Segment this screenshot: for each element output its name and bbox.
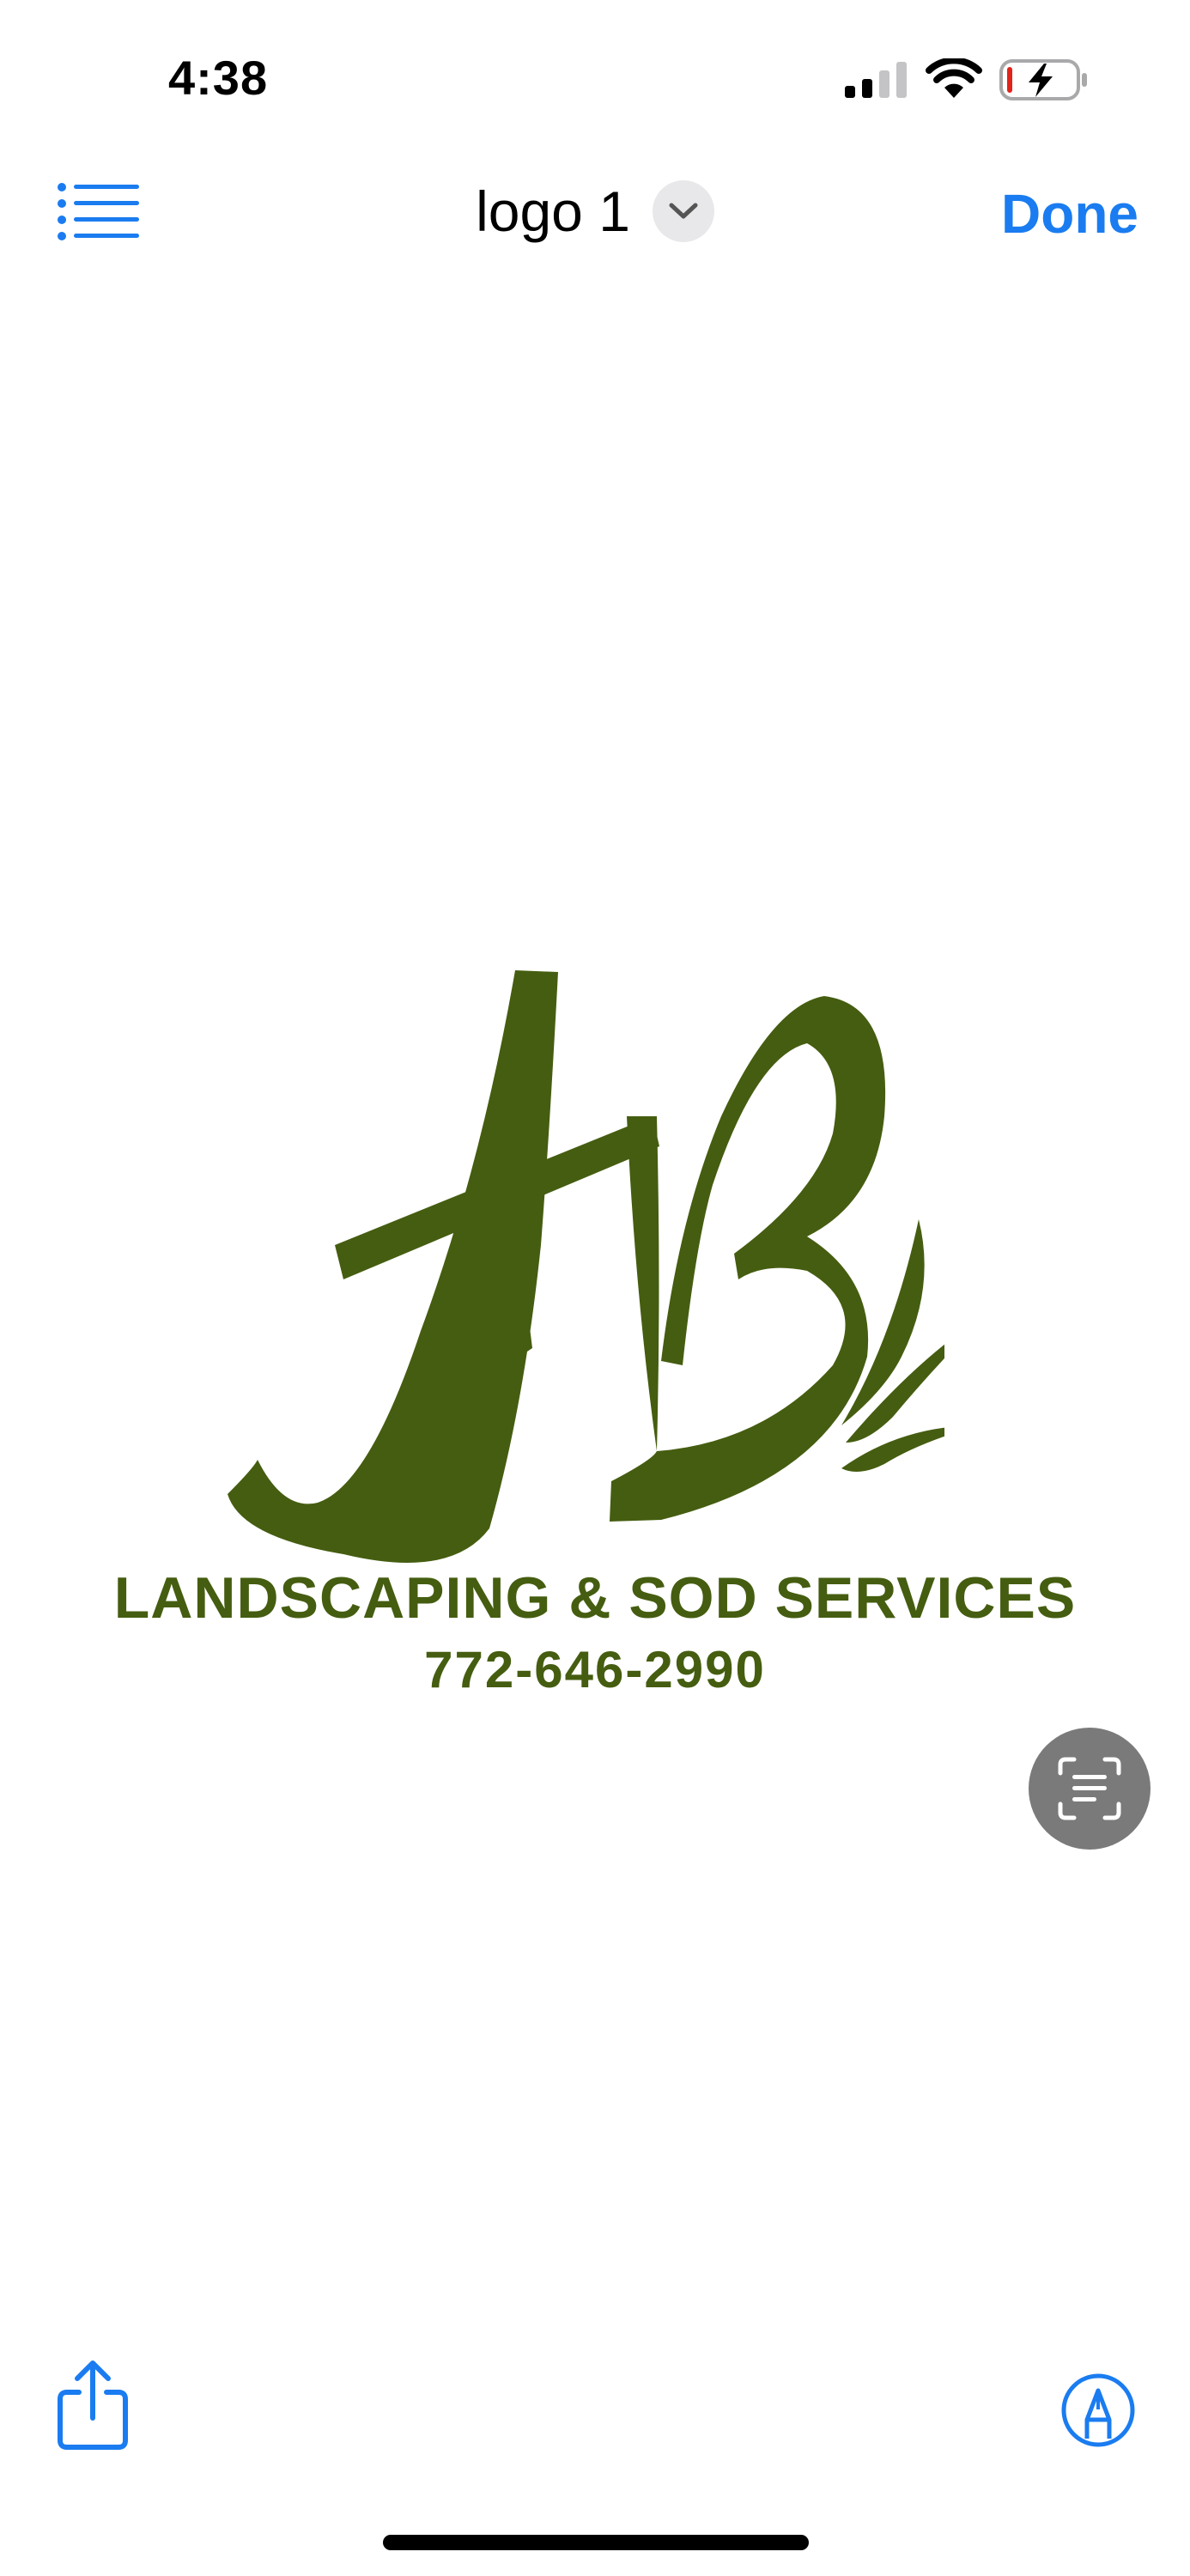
title-text: logo 1 bbox=[476, 179, 630, 243]
bottom-toolbar bbox=[0, 2318, 1190, 2490]
status-time: 4:38 bbox=[168, 51, 269, 105]
chevron-down-icon[interactable] bbox=[652, 180, 714, 242]
share-icon[interactable] bbox=[53, 2358, 132, 2452]
battery-charging-icon bbox=[999, 59, 1087, 100]
live-text-icon bbox=[1058, 1757, 1121, 1820]
logo-tagline: LANDSCAPING & SOD SERVICES bbox=[113, 1565, 1077, 1631]
status-bar: 4:38 bbox=[0, 0, 1190, 155]
ab-monogram-logo bbox=[228, 970, 944, 1563]
cellular-signal-icon bbox=[845, 62, 907, 98]
logo-phone-number: 772-646-2990 bbox=[424, 1641, 766, 1698]
live-text-button[interactable] bbox=[1029, 1728, 1151, 1850]
done-button[interactable]: Done bbox=[1001, 182, 1138, 246]
markup-pen-icon[interactable] bbox=[1059, 2372, 1137, 2449]
title-menu[interactable]: logo 1 bbox=[476, 179, 714, 244]
list-icon[interactable] bbox=[57, 182, 139, 242]
home-indicator[interactable] bbox=[383, 2535, 809, 2550]
wifi-icon bbox=[926, 58, 982, 98]
